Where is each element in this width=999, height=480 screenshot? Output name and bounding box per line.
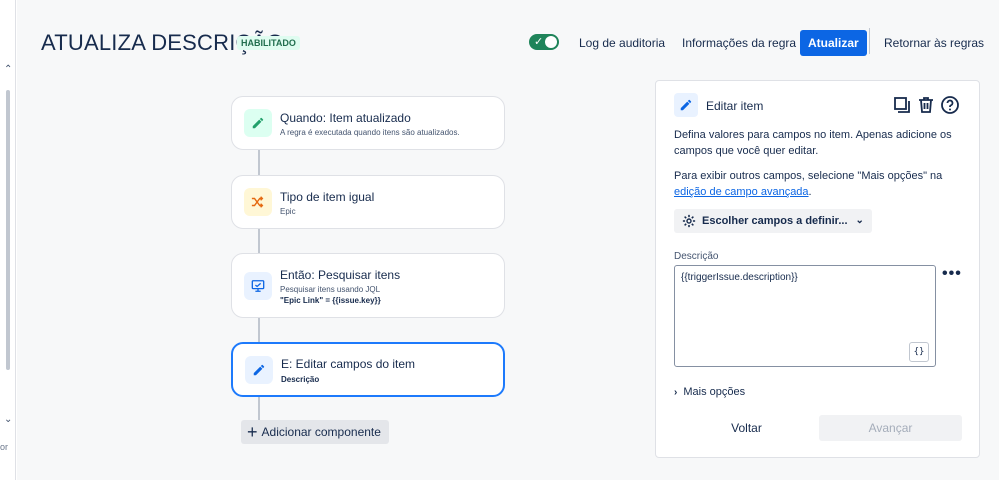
plus-icon: + xyxy=(247,422,258,442)
chevron-right-icon: › xyxy=(674,387,678,398)
component-title: Então: Pesquisar itens xyxy=(280,268,401,282)
hint-suffix: . xyxy=(808,186,812,198)
chevron-down-icon: ⌄ xyxy=(855,215,864,226)
chevron-down-icon[interactable]: ⌄ xyxy=(4,414,12,425)
flow-component-action-edit[interactable]: E: Editar campos do item Descrição xyxy=(231,342,505,397)
panel-hint: Para exibir outros campos, selecione "Ma… xyxy=(674,168,964,200)
update-button[interactable]: Atualizar xyxy=(800,30,867,56)
pencil-icon xyxy=(674,93,698,117)
component-subtitle: Epic xyxy=(280,207,296,216)
description-value: {{triggerIssue.description}} xyxy=(681,272,798,283)
flow-component-condition[interactable]: Tipo de item igual Epic xyxy=(231,175,505,229)
choose-fields-dropdown[interactable]: Escolher campos a definir... ⌄ xyxy=(674,209,872,233)
component-subtitle: A regra é executada quando itens são atu… xyxy=(280,128,460,137)
flow-component-trigger[interactable]: Quando: Item atualizado A regra é execut… xyxy=(231,96,505,150)
rule-editor: ATUALIZA DESCRIÇÃO HABILITADO ✓ Log de a… xyxy=(17,0,999,480)
edit-item-panel: Editar item Defina valores para campos n… xyxy=(655,80,980,458)
next-button[interactable]: Avançar xyxy=(819,415,962,441)
field-label: Descrição xyxy=(674,251,719,262)
hint-text: Para exibir outros campos, selecione "Ma… xyxy=(674,170,943,182)
component-jql: "Epic Link" = {{issue.key}} xyxy=(280,296,381,305)
more-options-toggle[interactable]: › Mais opções xyxy=(674,386,745,398)
rule-enabled-toggle[interactable]: ✓ xyxy=(529,34,559,50)
more-options-label: Mais opções xyxy=(683,386,746,398)
trash-icon[interactable] xyxy=(916,95,936,115)
component-title: Quando: Item atualizado xyxy=(280,111,411,125)
back-to-rules-button[interactable]: Retornar às regras xyxy=(876,30,992,56)
smart-value-button[interactable]: {} xyxy=(909,342,929,362)
monitor-icon xyxy=(244,272,272,300)
component-title: Tipo de item igual xyxy=(280,190,375,204)
add-component-label: Adicionar componente xyxy=(261,425,381,439)
component-title: E: Editar campos do item xyxy=(281,357,416,371)
description-field[interactable]: {{triggerIssue.description}} {} xyxy=(674,265,936,367)
pencil-icon xyxy=(245,356,273,384)
chevron-up-icon[interactable]: ⌃ xyxy=(4,64,12,75)
toggle-knob xyxy=(545,36,557,48)
panel-description: Defina valores para campos no item. Apen… xyxy=(674,129,952,157)
pencil-icon xyxy=(244,109,272,137)
rule-flow-canvas: Quando: Item atualizado A regra é execut… xyxy=(17,82,653,480)
advanced-edit-link[interactable]: edição de campo avançada xyxy=(674,186,809,198)
rule-info-button[interactable]: Informações da regra xyxy=(674,30,804,56)
cut-off-label: or xyxy=(0,442,9,452)
status-badge: HABILITADO xyxy=(237,36,300,50)
add-component-button[interactable]: + Adicionar componente xyxy=(241,420,389,444)
more-icon[interactable]: ••• xyxy=(942,265,962,283)
panel-title: Editar item xyxy=(706,99,764,113)
audit-log-button[interactable]: Log de auditoria xyxy=(571,30,673,56)
help-icon[interactable] xyxy=(940,95,960,115)
back-button[interactable]: Voltar xyxy=(674,415,819,441)
scrollbar[interactable] xyxy=(6,90,10,370)
check-icon: ✓ xyxy=(534,36,544,48)
shuffle-icon xyxy=(244,188,272,216)
gear-icon xyxy=(682,214,696,228)
flow-component-action-search[interactable]: Então: Pesquisar itens Pesquisar itens u… xyxy=(231,253,505,318)
header: ATUALIZA DESCRIÇÃO HABILITADO ✓ Log de a… xyxy=(17,0,999,82)
choose-fields-label: Escolher campos a definir... xyxy=(702,215,848,227)
left-strip: ⌃ ⌄ or xyxy=(0,0,16,480)
copy-icon[interactable] xyxy=(892,95,912,115)
component-subtitle: Pesquisar itens usando JQL xyxy=(280,285,381,294)
component-subtitle: Descrição xyxy=(281,375,320,384)
divider xyxy=(869,28,870,54)
